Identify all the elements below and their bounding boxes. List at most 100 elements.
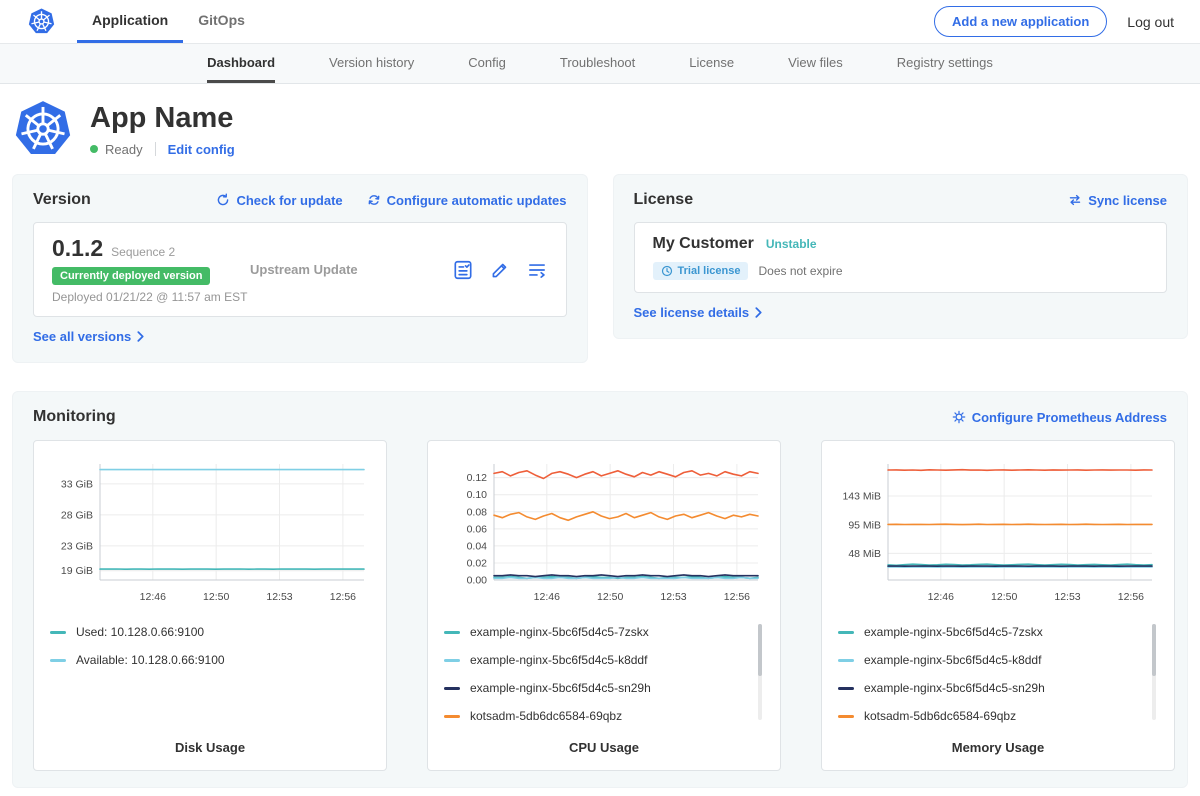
see-all-versions-label: See all versions	[33, 329, 131, 344]
logout-button[interactable]: Log out	[1127, 14, 1174, 30]
chart-legend: example-nginx-5bc6f5d4c5-7zskx example-ng…	[838, 618, 1158, 730]
configure-prometheus-label: Configure Prometheus Address	[972, 410, 1167, 425]
legend-item-available-10-128-0-66-9100[interactable]: Available: 10.128.0.66:9100	[50, 646, 356, 674]
svg-text:12:50: 12:50	[203, 591, 229, 603]
chevron-right-icon	[137, 331, 144, 342]
legend-label: example-nginx-5bc6f5d4c5-k8ddf	[470, 653, 647, 667]
app-header-text: App Name Ready Edit config	[90, 102, 235, 157]
svg-text:12:53: 12:53	[1054, 591, 1080, 603]
svg-text:19 GiB: 19 GiB	[61, 565, 93, 577]
charts-row: 19 GiB23 GiB28 GiB33 GiB12:4612:5012:531…	[33, 440, 1167, 771]
trial-license-badge: Trial license	[653, 262, 749, 280]
legend-scrollbar[interactable]	[1152, 624, 1156, 720]
legend-scrollbar[interactable]	[758, 624, 762, 720]
sync-icon	[1068, 193, 1082, 207]
see-license-details-label: See license details	[634, 305, 750, 320]
legend-item-kotsadm-5db6dc6584-69qbz[interactable]: kotsadm-5db6dc6584-69qbz	[838, 702, 1144, 730]
legend-item-example-nginx-5bc6f5d4c5-sn29h[interactable]: example-nginx-5bc6f5d4c5-sn29h	[838, 674, 1144, 702]
version-card-title: Version	[33, 191, 91, 209]
svg-text:12:46: 12:46	[140, 591, 166, 603]
cards-row: Version Check for update	[12, 174, 1188, 363]
legend-swatch	[838, 715, 854, 718]
chart-card-disk-usage: 19 GiB23 GiB28 GiB33 GiB12:4612:5012:531…	[33, 440, 387, 771]
kots-admin-dashboard: ApplicationGitOps Add a new application …	[0, 0, 1200, 788]
configure-prometheus-link[interactable]: Configure Prometheus Address	[952, 410, 1167, 425]
legend-swatch	[838, 659, 854, 662]
version-number: 0.1.2	[52, 235, 103, 262]
subnav-item-troubleshoot[interactable]: Troubleshoot	[560, 44, 635, 83]
chart-plot-cpu-usage: 0.000.020.040.060.080.100.1212:4612:5012…	[444, 454, 764, 610]
monitoring-card: Monitoring Configure Prometheus Address …	[12, 391, 1188, 788]
app-icon	[14, 100, 72, 158]
license-card-title: License	[634, 191, 694, 209]
deployed-timestamp: Deployed 01/21/22 @ 11:57 am EST	[52, 290, 250, 304]
trial-license-label: Trial license	[678, 265, 741, 277]
sync-license-label: Sync license	[1088, 193, 1167, 208]
customer-name: My Customer	[653, 235, 754, 253]
chart-card-cpu-usage: 0.000.020.040.060.080.100.1212:4612:5012…	[427, 440, 781, 771]
license-info-card: My Customer Unstable Trial license Does …	[634, 222, 1168, 293]
legend-label: kotsadm-5db6dc6584-69qbz	[470, 709, 622, 723]
app-header: App Name Ready Edit config	[0, 84, 1200, 174]
legend-label: example-nginx-5bc6f5d4c5-k8ddf	[864, 653, 1041, 667]
subnav-item-license[interactable]: License	[689, 44, 734, 83]
legend-swatch	[444, 659, 460, 662]
legend-item-example-nginx-5bc6f5d4c5-sn29h[interactable]: example-nginx-5bc6f5d4c5-sn29h	[444, 674, 750, 702]
svg-text:12:50: 12:50	[597, 591, 623, 603]
add-new-application-button[interactable]: Add a new application	[934, 6, 1107, 37]
legend-swatch	[838, 687, 854, 690]
legend-scrollbar-thumb[interactable]	[758, 624, 762, 676]
license-channel: Unstable	[766, 237, 817, 251]
clock-icon	[661, 265, 673, 277]
see-all-versions-link[interactable]: See all versions	[33, 329, 144, 344]
chart-legend: Used: 10.128.0.66:9100 Available: 10.128.…	[50, 618, 370, 674]
release-notes-icon[interactable]	[452, 259, 474, 281]
subnav-item-view-files[interactable]: View files	[788, 44, 843, 83]
subnav-item-version-history[interactable]: Version history	[329, 44, 414, 83]
subnav-item-registry-settings[interactable]: Registry settings	[897, 44, 993, 83]
legend-item-example-nginx-5bc6f5d4c5-7zskx[interactable]: example-nginx-5bc6f5d4c5-7zskx	[444, 618, 750, 646]
svg-text:0.10: 0.10	[467, 489, 488, 501]
chart-title: Memory Usage	[838, 730, 1158, 755]
svg-text:12:56: 12:56	[724, 591, 750, 603]
svg-text:0.00: 0.00	[467, 575, 488, 587]
app-status-text: Ready	[105, 142, 143, 157]
legend-swatch	[838, 631, 854, 634]
top-navbar: ApplicationGitOps Add a new application …	[0, 0, 1200, 44]
svg-text:0.02: 0.02	[467, 557, 488, 569]
edit-config-link[interactable]: Edit config	[168, 142, 235, 157]
subnav-item-dashboard[interactable]: Dashboard	[207, 44, 275, 83]
legend-item-example-nginx-5bc6f5d4c5-k8ddf[interactable]: example-nginx-5bc6f5d4c5-k8ddf	[838, 646, 1144, 674]
topnav-right: Add a new application Log out	[934, 6, 1174, 37]
chevron-right-icon	[755, 307, 762, 318]
legend-swatch	[444, 631, 460, 634]
svg-text:28 GiB: 28 GiB	[61, 509, 93, 521]
check-for-update-link[interactable]: Check for update	[216, 193, 342, 208]
version-card-links: Check for update Configure automatic upd…	[216, 193, 566, 208]
svg-text:12:53: 12:53	[660, 591, 686, 603]
app-status-row: Ready Edit config	[90, 142, 235, 157]
legend-item-kotsadm-5db6dc6584-69qbz[interactable]: kotsadm-5db6dc6584-69qbz	[444, 702, 750, 730]
legend-swatch	[444, 687, 460, 690]
subnav-item-config[interactable]: Config	[468, 44, 506, 83]
svg-text:12:50: 12:50	[991, 591, 1017, 603]
deploy-logs-icon[interactable]	[526, 259, 548, 281]
legend-item-example-nginx-5bc6f5d4c5-k8ddf[interactable]: example-nginx-5bc6f5d4c5-k8ddf	[444, 646, 750, 674]
svg-text:12:46: 12:46	[534, 591, 560, 603]
topnav-tab-application[interactable]: Application	[77, 0, 183, 43]
main-content: Version Check for update	[0, 174, 1200, 788]
edit-config-icon[interactable]	[489, 259, 511, 281]
license-card-header: License Sync license	[634, 191, 1168, 209]
legend-swatch	[50, 659, 66, 662]
see-license-details-link[interactable]: See license details	[634, 305, 763, 320]
legend-item-used-10-128-0-66-9100[interactable]: Used: 10.128.0.66:9100	[50, 618, 356, 646]
chart-card-memory-usage: 48 MiB95 MiB143 MiB12:4612:5012:5312:56e…	[821, 440, 1175, 771]
version-card-header: Version Check for update	[33, 191, 567, 209]
configure-automatic-updates-link[interactable]: Configure automatic updates	[367, 193, 567, 208]
legend-item-example-nginx-5bc6f5d4c5-7zskx[interactable]: example-nginx-5bc6f5d4c5-7zskx	[838, 618, 1144, 646]
sync-license-link[interactable]: Sync license	[1068, 193, 1167, 208]
legend-scrollbar-thumb[interactable]	[1152, 624, 1156, 676]
chart-plot-disk-usage: 19 GiB23 GiB28 GiB33 GiB12:4612:5012:531…	[50, 454, 370, 610]
legend-label: Available: 10.128.0.66:9100	[76, 653, 225, 667]
topnav-tab-gitops[interactable]: GitOps	[183, 0, 260, 43]
